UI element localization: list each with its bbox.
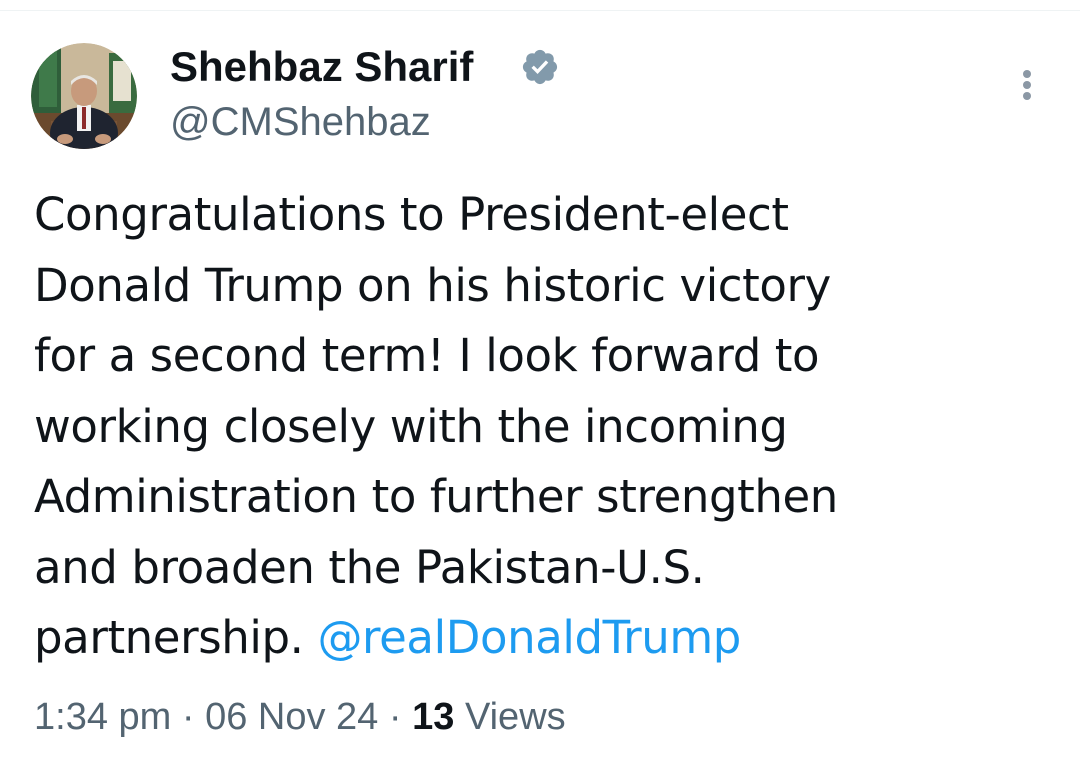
tweet-text-line: Administration to further strengthen [34,470,838,523]
tweet-text-line: working closely with the incoming [34,399,788,453]
avatar[interactable] [31,43,137,149]
tweet-text-line: and broaden the Pakistan-U.S. [34,540,705,594]
tweet-time[interactable]: 1:34 pm [34,696,171,738]
more-dot [1023,70,1031,78]
tweet-text-line: for a second term! I look forward to [34,329,820,382]
tweet-text-line-last: partnership. @realDonaldTrump [34,603,1044,674]
meta-separator: · [181,696,195,738]
top-divider [0,0,1080,11]
author-display-name[interactable]: Shehbaz Sharif [170,42,473,92]
tweet-text: Congratulations to President-elect Donal… [34,180,1044,674]
verified-badge-icon [520,47,560,87]
more-dot [1023,81,1031,89]
tweet-text-line: Donald Trump on his historic victory [34,258,831,312]
tweet-card: Shehbaz Sharif @CMShehbaz Congratulation… [0,0,1080,761]
meta-separator: · [388,696,402,738]
mention-link[interactable]: @realDonaldTrump [317,611,741,664]
avatar-image [31,43,137,149]
author-handle[interactable]: @CMShehbaz [170,98,431,146]
views-label[interactable]: Views [465,696,566,738]
more-vertical-icon[interactable] [1010,64,1044,104]
tweet-meta: 1:34 pm · 06 Nov 24 · 13 Views [34,694,566,740]
tweet-date[interactable]: 06 Nov 24 [205,696,378,738]
tweet-text-prefix: partnership. [34,611,318,664]
more-dot [1023,92,1031,100]
views-count[interactable]: 13 [412,696,454,738]
tweet-text-line: Congratulations to President-elect [34,188,789,241]
